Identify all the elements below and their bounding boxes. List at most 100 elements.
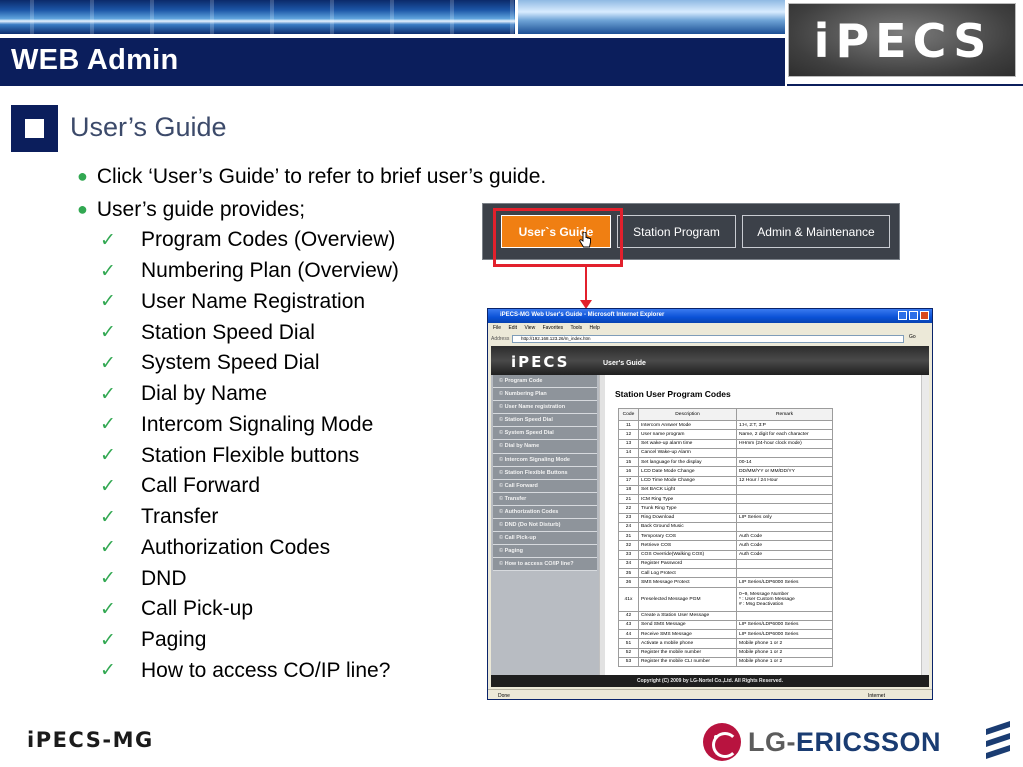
checkmark-icon: ✓ — [100, 383, 116, 405]
status-zone-text: Internet — [868, 693, 885, 699]
table-row: 32 Retrieve COS Auth Code — [618, 540, 833, 551]
tab-station-program[interactable]: Station Program — [617, 215, 736, 248]
table-row: 41x Preselected Message PGM 0~9, Message N… — [618, 586, 833, 612]
sidebar-item-user-name[interactable]: User Name registration — [493, 401, 597, 415]
table-row: 34 Register Password — [618, 558, 833, 570]
checklist-item: ✓ Intercom Signaling Mode — [100, 410, 399, 441]
cell-code: 36 — [618, 577, 639, 588]
table-row: 11 Intercom Answer Mode 1:H, 2:T, 3:P — [618, 419, 833, 431]
sidebar-item-station-speed-dial[interactable]: Station Speed Dial — [493, 414, 597, 428]
section-square-icon — [11, 105, 58, 152]
sidebar-item-co-ip-line[interactable]: How to access CO/IP line? — [493, 558, 597, 572]
cell-code: 16 — [618, 466, 639, 477]
sidebar-item-call-forward[interactable]: Call Forward — [493, 479, 597, 493]
table-row: 16 LCD Date Mode Change DD/MM/YY or MM/DD/… — [618, 466, 833, 477]
cell-description: Set wake-up alarm time — [638, 438, 737, 449]
checkmark-icon: ✓ — [100, 260, 116, 282]
cell-code: 42 — [618, 610, 639, 621]
sidebar-item-flexible-buttons[interactable]: Station Flexible Buttons — [493, 466, 597, 480]
minimize-icon[interactable] — [898, 311, 907, 320]
bullet-text: Click ‘User’s Guide’ to refer to brief u… — [96, 165, 547, 188]
checkmark-icon: ✓ — [100, 598, 116, 620]
cell-remark — [736, 503, 833, 514]
ipecs-brand-logo: iPECS — [788, 3, 1016, 77]
cell-remark: Mobile phone 1 or 2 — [736, 656, 833, 668]
sidebar-item-dnd[interactable]: DND (Do Not Disturb) — [493, 519, 597, 533]
table-row: 18 Set BACK Light — [618, 484, 833, 496]
cell-remark — [736, 521, 833, 533]
lg-face-logo-icon — [703, 723, 741, 761]
cell-remark: Auth Code — [736, 530, 833, 542]
tab-admin-maintenance[interactable]: Admin & Maintenance — [742, 215, 890, 248]
table-row: 21 ICM Ring Type — [618, 493, 833, 505]
cell-description: Create a Station User Message — [638, 610, 737, 621]
browser-statusbar: Done Internet — [488, 689, 932, 699]
cell-remark — [736, 484, 833, 496]
checklist-label: Transfer — [141, 505, 219, 529]
checklist-label: User Name Registration — [141, 289, 366, 313]
checkmark-icon: ✓ — [100, 414, 116, 436]
cell-remark: LIP Series/LDP6000 Series — [736, 577, 833, 588]
checklist-item: ✓ Dial by Name — [100, 379, 399, 410]
sidebar-item-paging[interactable]: Paging — [493, 545, 597, 559]
checklist-label: Dial by Name — [141, 382, 268, 406]
table-row: 52 Register the mobile number Mobile phone… — [618, 647, 833, 658]
cell-remark: 00-14 — [736, 456, 833, 468]
checkmark-icon: ✓ — [100, 445, 116, 467]
sidebar-splitter[interactable] — [599, 375, 605, 675]
cell-remark: Mobile phone 1 or 2 — [736, 647, 833, 658]
cell-remark: 0~9, Message Number * : User Custom Mess… — [736, 586, 833, 612]
checkmark-icon: ✓ — [100, 629, 116, 651]
cell-description: Retrieve COS — [638, 540, 737, 551]
sidebar-item-call-pickup[interactable]: Call Pick-up — [493, 532, 597, 546]
maximize-icon[interactable] — [909, 311, 918, 320]
ericsson-logo-text: ERICSSON — [796, 727, 942, 757]
checkmark-icon: ✓ — [100, 291, 116, 313]
checklist-label: Authorization Codes — [141, 535, 331, 559]
cell-description: Register Password — [638, 558, 737, 570]
cell-remark: Auth Code — [736, 540, 833, 551]
checkmark-icon: ✓ — [100, 537, 116, 559]
table-row: 13 Set wake-up alarm time HHmm (24-hour cl… — [618, 438, 833, 449]
cell-remark: LIP Series/LDP6000 Series — [736, 628, 833, 640]
sidebar-item-system-speed-dial[interactable]: System Speed Dial — [493, 427, 597, 441]
cell-description: Send SMS Message — [638, 619, 737, 631]
checklist-label: Numbering Plan (Overview) — [141, 259, 399, 283]
sidebar-item-authorization-codes[interactable]: Authorization Codes — [493, 505, 597, 520]
go-button[interactable]: Go — [909, 334, 916, 340]
cell-remark: LIP Series only — [736, 512, 833, 523]
cell-description: Trunk Ring Type — [638, 503, 737, 514]
sidebar-item-program-code[interactable]: Program Code — [493, 375, 597, 389]
table-row: 36 SMS Message Protect LIP Series/LDP6000 … — [618, 577, 833, 588]
table-row: 24 Back Ground Music — [618, 521, 833, 533]
cell-description: Call Log Protect — [638, 567, 737, 579]
guide-heading: Station User Program Codes — [615, 389, 731, 399]
checklist-item: ✓ How to access CO/IP line? — [100, 656, 399, 687]
cell-code: 24 — [618, 521, 639, 533]
close-icon[interactable] — [920, 311, 929, 320]
sidebar-item-numbering-plan[interactable]: Numbering Plan — [493, 388, 597, 402]
cell-code: 23 — [618, 512, 639, 523]
cell-description: Back Ground Music — [638, 521, 737, 533]
sidebar-item-dial-by-name[interactable]: Dial by Name — [493, 440, 597, 454]
table-row: 43 Send SMS Message LIP Series/LDP6000 Ser… — [618, 619, 833, 631]
browser-titlebar: iPECS-MG Web User's Guide - Microsoft In… — [488, 309, 932, 323]
checkmark-icon: ✓ — [100, 660, 116, 682]
bullet-item: ● User’s guide provides; — [77, 198, 305, 222]
checklist-item: ✓ Numbering Plan (Overview) — [100, 256, 399, 287]
guide-scrollbar[interactable] — [921, 375, 929, 675]
cell-code: 17 — [618, 475, 639, 486]
sidebar-item-intercom-signaling[interactable]: Intercom Signaling Mode — [493, 453, 597, 467]
cell-remark: HHmm (24-hour clock mode) — [736, 438, 833, 449]
table-row: 53 Register the mobile CLI number Mobile p… — [618, 656, 833, 668]
checklist-label: Station Speed Dial — [141, 320, 315, 344]
table-row: 17 LCD Time Mode Change 12 Hour / 24 Hour — [618, 475, 833, 486]
sidebar-item-transfer[interactable]: Transfer — [493, 492, 597, 506]
cell-code: 18 — [618, 484, 639, 496]
cell-description: Ring Download — [638, 512, 737, 523]
checkmark-icon: ✓ — [100, 352, 116, 374]
cell-code: 44 — [618, 628, 639, 640]
checklist-item: ✓ System Speed Dial — [100, 348, 399, 379]
address-input[interactable]: http://192.168.123.26/m_index.htm — [512, 335, 904, 343]
browser-menubar[interactable]: File Edit View Favorites Tools Help — [488, 323, 932, 333]
